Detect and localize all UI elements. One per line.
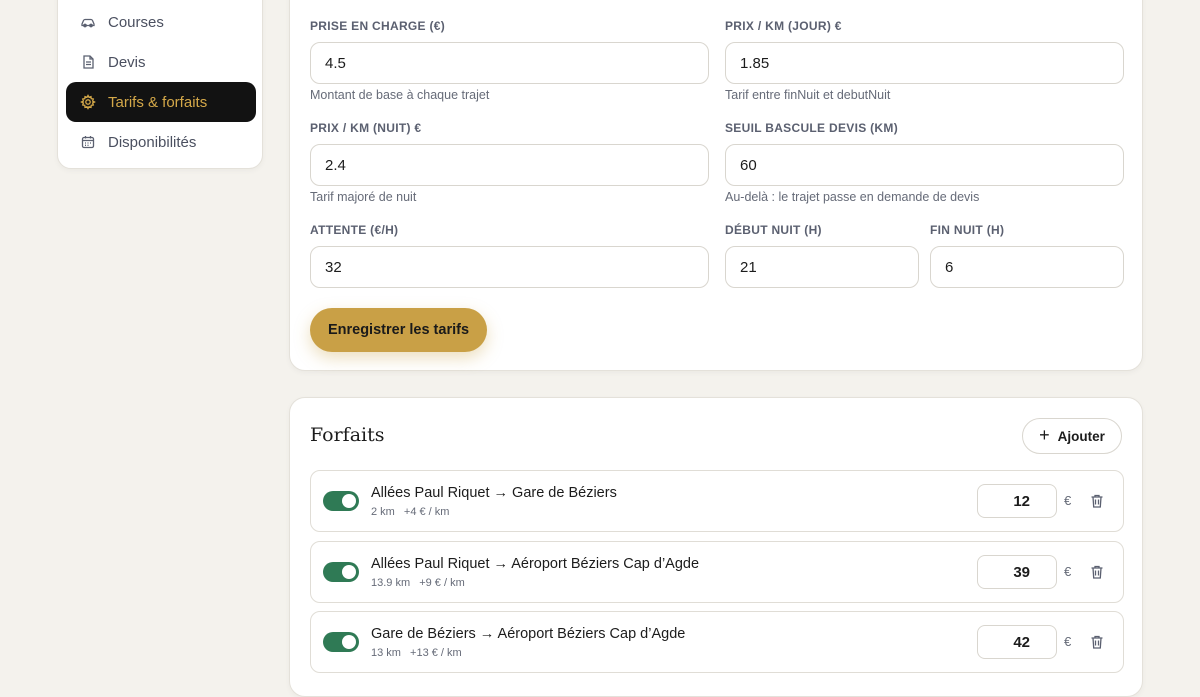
prix-km-nuit-input[interactable]: 2.4 xyxy=(310,144,709,186)
sidebar-item-label: Disponibilités xyxy=(108,133,197,151)
attente-label: ATTENTE (€/H) xyxy=(310,223,399,237)
forfait-meta: 13 km +13 € / km xyxy=(371,647,462,659)
seuil-devis-input[interactable]: 60 xyxy=(725,144,1124,186)
forfait-price-input[interactable]: 42 xyxy=(977,625,1057,659)
gear-icon xyxy=(80,94,96,110)
forfait-price-input[interactable]: 12 xyxy=(977,484,1057,518)
prise-en-charge-help: Montant de base à chaque trajet xyxy=(310,88,490,102)
currency-label: € xyxy=(1064,564,1072,579)
fin-nuit-input[interactable]: 6 xyxy=(930,246,1124,288)
forfait-row: Gare de Béziers → Aéroport Béziers Cap d… xyxy=(310,611,1124,673)
sidebar-item-label: Courses xyxy=(108,13,164,31)
prix-km-nuit-label: PRIX / KM (NUIT) € xyxy=(310,121,422,135)
debut-nuit-label: DÉBUT NUIT (H) xyxy=(725,223,822,237)
forfait-route: Allées Paul Riquet → Aéroport Béziers Ca… xyxy=(371,556,700,572)
forfait-active-toggle[interactable] xyxy=(323,491,359,511)
prix-km-jour-label: PRIX / KM (JOUR) € xyxy=(725,19,842,33)
forfait-route: Allées Paul Riquet → Gare de Béziers xyxy=(371,485,617,501)
seuil-devis-help: Au-delà : le trajet passe en demande de … xyxy=(725,190,980,204)
sidebar-nav: Courses Devis Tarifs & forfaits Disponib… xyxy=(57,0,263,169)
prix-km-nuit-help: Tarif majoré de nuit xyxy=(310,190,417,204)
forfaits-title: Forfaits xyxy=(310,424,385,446)
forfait-route: Gare de Béziers → Aéroport Béziers Cap d… xyxy=(371,626,686,642)
forfait-meta: 13.9 km +9 € / km xyxy=(371,577,465,589)
sidebar-item-label: Devis xyxy=(108,53,146,71)
forfait-active-toggle[interactable] xyxy=(323,632,359,652)
forfait-distance: 13 km xyxy=(371,647,401,659)
forfait-row: Allées Paul Riquet → Aéroport Béziers Ca… xyxy=(310,541,1124,603)
trash-icon[interactable] xyxy=(1089,493,1105,509)
fin-nuit-label: FIN NUIT (H) xyxy=(930,223,1005,237)
tarifs-card: PRISE EN CHARGE (€) 4.5 Montant de base … xyxy=(289,0,1143,371)
attente-input[interactable]: 32 xyxy=(310,246,709,288)
currency-label: € xyxy=(1064,634,1072,649)
sidebar-item-devis[interactable]: Devis xyxy=(66,42,256,82)
forfait-active-toggle[interactable] xyxy=(323,562,359,582)
forfait-surcharge: +4 € / km xyxy=(403,506,450,518)
add-forfait-button[interactable]: + Ajouter xyxy=(1022,418,1122,454)
add-forfait-label: Ajouter xyxy=(1057,428,1105,444)
sidebar-item-disponibilites[interactable]: Disponibilités xyxy=(66,122,256,162)
sidebar-item-label: Tarifs & forfaits xyxy=(108,93,208,111)
forfait-meta: 2 km +4 € / km xyxy=(371,506,449,518)
trash-icon[interactable] xyxy=(1089,634,1105,650)
forfaits-card: Forfaits + Ajouter Allées Paul Riquet → … xyxy=(289,397,1143,697)
forfait-distance: 13.9 km xyxy=(371,577,411,589)
calendar-icon xyxy=(80,134,96,150)
prix-km-jour-input[interactable]: 1.85 xyxy=(725,42,1124,84)
seuil-devis-label: SEUIL BASCULE DEVIS (KM) xyxy=(725,121,898,135)
forfait-surcharge: +13 € / km xyxy=(410,647,462,659)
forfait-surcharge: +9 € / km xyxy=(419,577,465,589)
currency-label: € xyxy=(1064,493,1072,508)
trash-icon[interactable] xyxy=(1089,564,1105,580)
forfait-price-input[interactable]: 39 xyxy=(977,555,1057,589)
forfait-row: Allées Paul Riquet → Gare de Béziers 2 k… xyxy=(310,470,1124,532)
debut-nuit-input[interactable]: 21 xyxy=(725,246,919,288)
document-icon xyxy=(80,54,96,70)
save-tarifs-button[interactable]: Enregistrer les tarifs xyxy=(310,308,487,352)
sidebar-item-courses[interactable]: Courses xyxy=(66,2,256,42)
sidebar-item-tarifs-forfaits[interactable]: Tarifs & forfaits xyxy=(66,82,256,122)
plus-icon: + xyxy=(1039,424,1050,445)
prise-en-charge-label: PRISE EN CHARGE (€) xyxy=(310,19,446,33)
forfait-distance: 2 km xyxy=(371,506,395,518)
prise-en-charge-input[interactable]: 4.5 xyxy=(310,42,709,84)
prix-km-jour-help: Tarif entre finNuit et debutNuit xyxy=(725,88,891,102)
car-icon xyxy=(80,14,96,30)
